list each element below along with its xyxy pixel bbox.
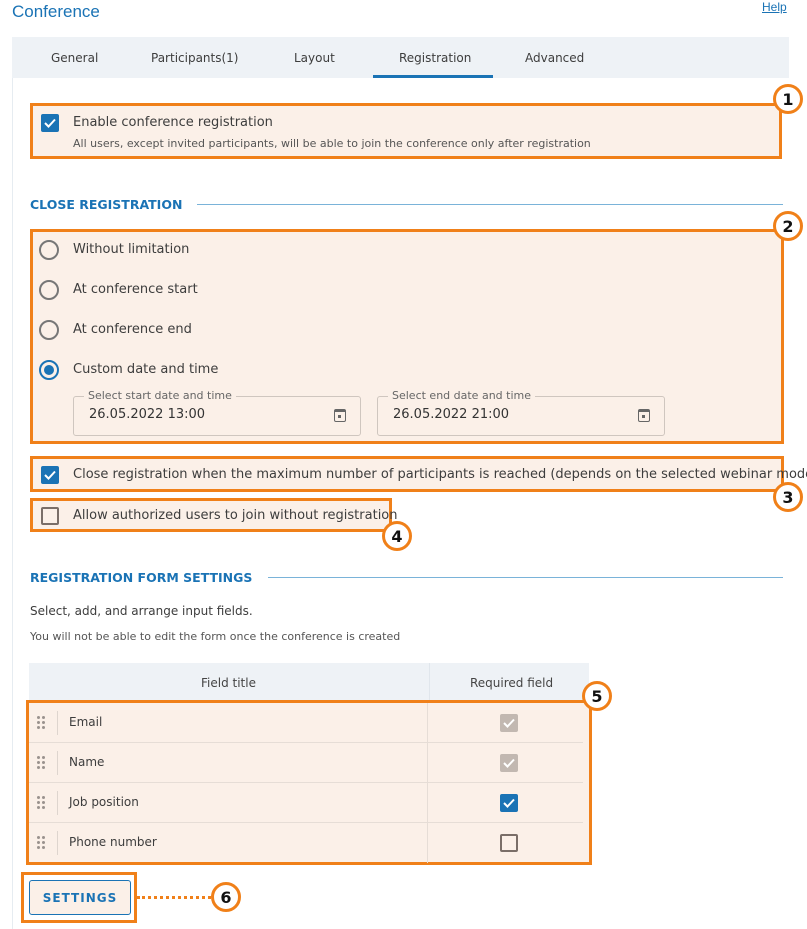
- section-divider: [268, 577, 783, 578]
- enable-registration-label: Enable conference registration: [73, 115, 273, 130]
- form-settings-hint: Select, add, and arrange input fields.: [30, 604, 253, 618]
- required-checkbox[interactable]: [500, 834, 518, 852]
- max-participants-label: Close registration when the maximum numb…: [73, 467, 807, 482]
- end-datetime-label: Select end date and time: [388, 389, 535, 402]
- table-row: Name: [29, 743, 583, 783]
- max-participants-checkbox[interactable]: [41, 466, 59, 484]
- column-header-field-title: Field title: [201, 676, 256, 690]
- allow-authorized-label: Allow authorized users to join without r…: [73, 508, 398, 523]
- enable-registration-checkbox[interactable]: [41, 114, 59, 132]
- drag-handle-icon[interactable]: [37, 756, 47, 770]
- tab-participants[interactable]: Participants(1): [151, 51, 239, 65]
- active-tab-indicator: [373, 75, 493, 78]
- annotation-connector: [137, 896, 211, 899]
- column-divider: [429, 663, 430, 703]
- max-participants-highlight: Close registration when the maximum numb…: [30, 456, 807, 492]
- allow-authorized-highlight: Allow authorized users to join without r…: [30, 498, 398, 532]
- tab-layout[interactable]: Layout: [294, 51, 335, 65]
- close-options-highlight: Without limitation At conference start A…: [30, 229, 784, 444]
- column-header-required: Required field: [470, 676, 554, 690]
- column-divider: [427, 783, 428, 823]
- drag-handle-icon[interactable]: [37, 796, 47, 810]
- column-divider: [427, 743, 428, 783]
- table-row: Email: [29, 703, 583, 743]
- grip-divider: [57, 751, 58, 775]
- option-label: Without limitation: [73, 242, 190, 257]
- settings-button[interactable]: SETTINGS: [29, 880, 131, 915]
- section-divider: [197, 204, 783, 205]
- end-datetime-value: 26.05.2022 21:00: [393, 407, 510, 422]
- tab-bar: General Participants(1) Layout Registrat…: [12, 37, 789, 78]
- annotation-badge-6: 6: [211, 882, 241, 912]
- field-title: Phone number: [69, 835, 157, 849]
- enable-registration-description: All users, except invited participants, …: [73, 137, 591, 150]
- form-settings-heading: REGISTRATION FORM SETTINGS: [30, 570, 253, 585]
- annotation-badge-1: 1: [773, 84, 803, 114]
- start-datetime-input[interactable]: Select start date and time 26.05.2022 13…: [73, 389, 361, 436]
- field-title: Name: [69, 755, 105, 769]
- option-label: At conference start: [73, 282, 198, 297]
- form-settings-note: You will not be able to edit the form on…: [30, 630, 401, 643]
- table-row: Phone number: [29, 823, 583, 863]
- drag-handle-icon[interactable]: [37, 716, 47, 730]
- check-icon: [503, 758, 515, 768]
- radio-custom-date-time[interactable]: [39, 360, 59, 380]
- required-checkbox[interactable]: [500, 794, 518, 812]
- close-registration-heading: CLOSE REGISTRATION: [30, 197, 183, 212]
- grip-divider: [57, 831, 58, 855]
- field-title: Job position: [69, 795, 139, 809]
- annotation-badge-4: 4: [382, 521, 412, 551]
- calendar-icon[interactable]: [638, 409, 650, 422]
- allow-authorized-checkbox[interactable]: [41, 507, 59, 525]
- table-row: Job position: [29, 783, 583, 823]
- page-title: Conference: [12, 2, 100, 21]
- help-link[interactable]: Help: [762, 0, 787, 14]
- grip-divider: [57, 791, 58, 815]
- start-datetime-value: 26.05.2022 13:00: [89, 407, 206, 422]
- table-header: Field title Required field: [29, 663, 589, 703]
- column-divider: [427, 823, 428, 863]
- annotation-badge-2: 2: [773, 211, 803, 241]
- tab-advanced[interactable]: Advanced: [525, 51, 584, 65]
- required-checkbox-disabled: [500, 754, 518, 772]
- start-datetime-label: Select start date and time: [84, 389, 236, 402]
- grip-divider: [57, 711, 58, 735]
- annotation-badge-5: 5: [582, 681, 612, 711]
- check-icon: [503, 798, 515, 808]
- required-checkbox-disabled: [500, 714, 518, 732]
- check-icon: [503, 718, 515, 728]
- radio-at-conference-start[interactable]: [39, 280, 59, 300]
- tab-general[interactable]: General: [51, 51, 98, 65]
- field-title: Email: [69, 715, 103, 729]
- tab-registration[interactable]: Registration: [399, 51, 471, 65]
- radio-without-limitation[interactable]: [39, 240, 59, 260]
- check-icon: [44, 470, 56, 480]
- check-icon: [44, 118, 56, 128]
- enable-registration-highlight: Enable conference registration All users…: [30, 103, 782, 159]
- end-datetime-input[interactable]: Select end date and time 26.05.2022 21:0…: [377, 389, 665, 436]
- drag-handle-icon[interactable]: [37, 836, 47, 850]
- annotation-badge-3: 3: [773, 482, 803, 512]
- calendar-icon[interactable]: [334, 409, 346, 422]
- column-divider: [427, 703, 428, 743]
- option-label: At conference end: [73, 322, 192, 337]
- fields-table-highlight: Email Name Job position Phone number: [26, 700, 592, 865]
- radio-at-conference-end[interactable]: [39, 320, 59, 340]
- option-label: Custom date and time: [73, 362, 219, 377]
